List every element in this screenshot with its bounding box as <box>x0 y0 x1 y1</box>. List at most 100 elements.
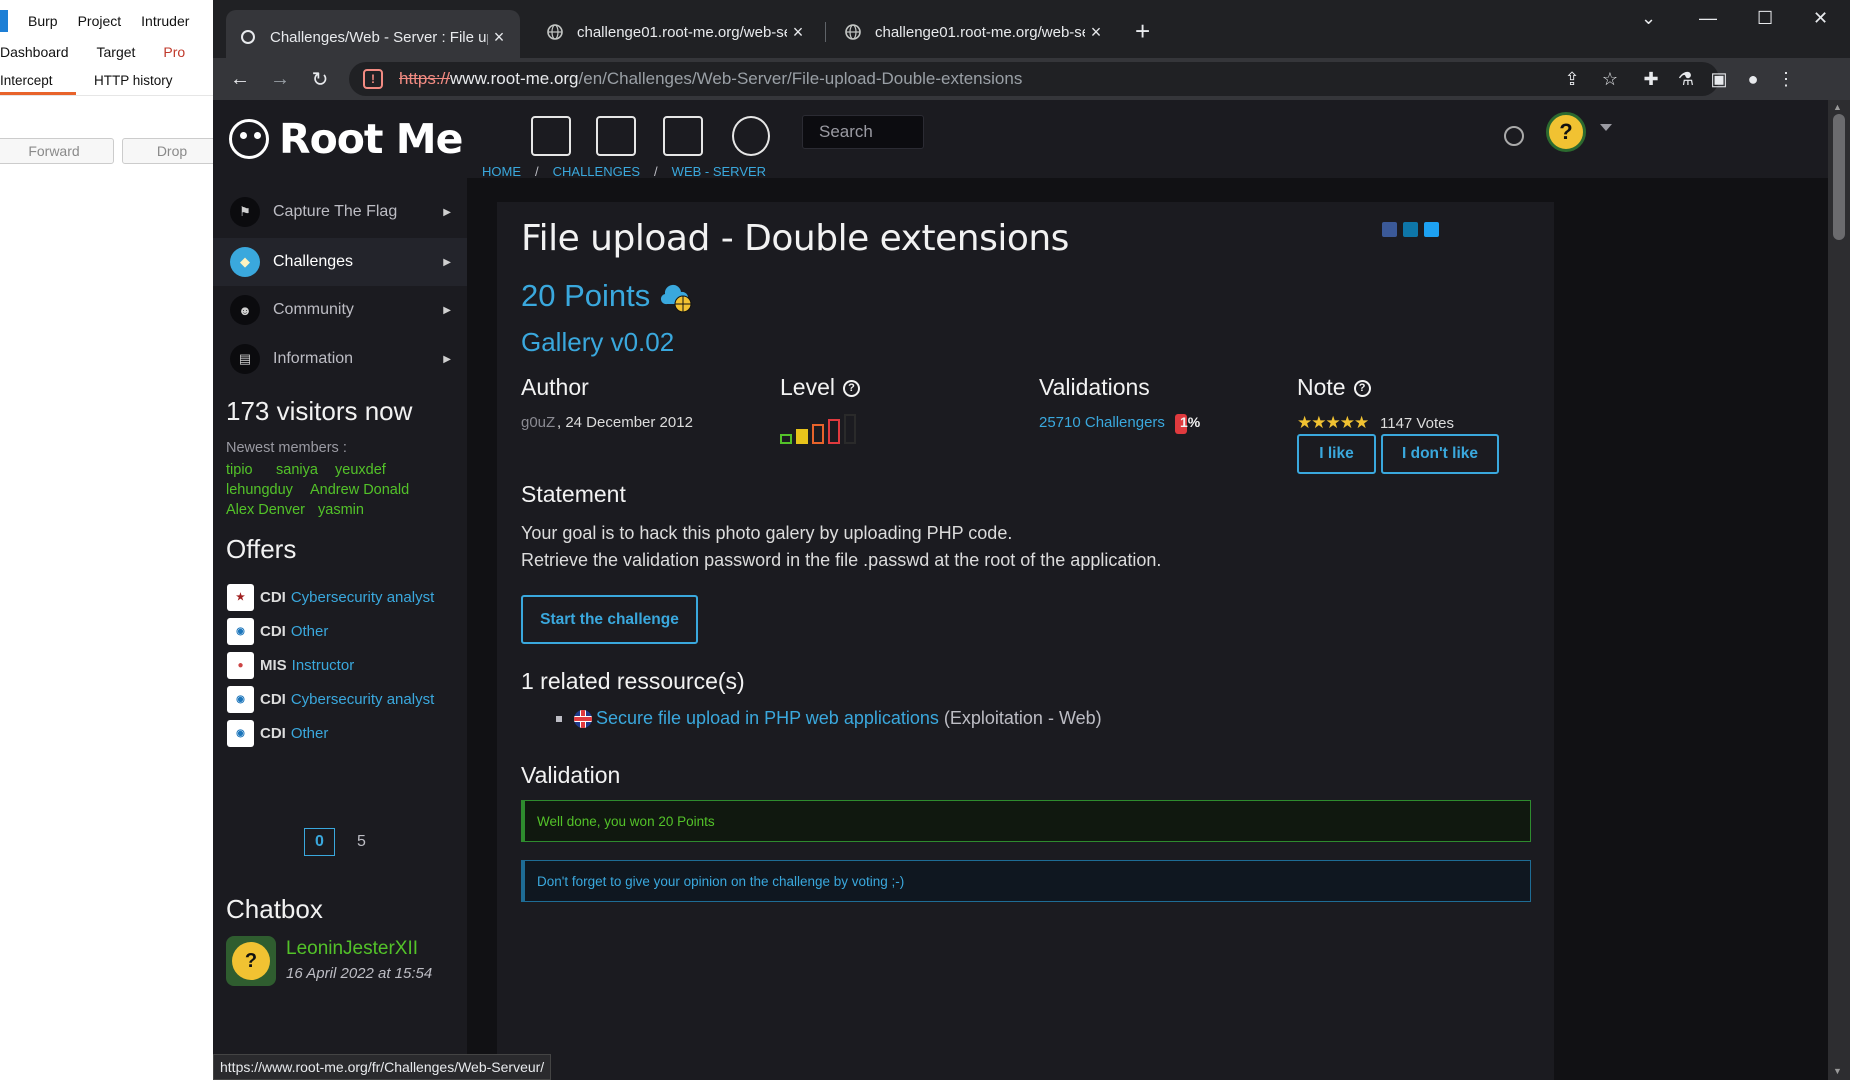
burp-tab-http-history[interactable]: HTTP history <box>94 70 173 95</box>
burp-menu-project[interactable]: Project <box>78 13 122 29</box>
browser-tab-active[interactable]: Challenges/Web - Server : File up × <box>226 10 520 64</box>
help-icon[interactable]: ? <box>1353 380 1371 398</box>
offer-role[interactable]: Cybersecurity analyst <box>291 589 434 606</box>
burp-tab-proxy[interactable]: Pro <box>163 42 185 66</box>
profile-icon[interactable]: ● <box>1740 66 1766 92</box>
reload-icon[interactable]: ↻ <box>305 64 335 94</box>
burp-menu-intruder[interactable]: Intruder <box>141 13 189 29</box>
resource-link[interactable]: Secure file upload in PHP web applicatio… <box>596 708 939 729</box>
burp-menubar: Burp Project Intruder <box>0 8 214 34</box>
maximize-icon[interactable]: ☐ <box>1757 8 1773 29</box>
burp-tab-dashboard[interactable]: Dashboard <box>0 42 69 66</box>
sidebar-item-community[interactable]: ☻ Community ▶ <box>213 286 467 334</box>
related-resources-heading: 1 related ressource(s) <box>521 668 745 694</box>
offer-item[interactable]: ★ CDI Cybersecurity analyst <box>227 583 434 611</box>
browser-tab-title: Challenges/Web - Server : File up <box>270 28 488 46</box>
chevron-right-icon: ▶ <box>443 353 451 365</box>
forward-arrow-icon[interactable]: → <box>265 64 295 94</box>
burp-tab-intercept[interactable]: Intercept <box>0 70 76 95</box>
offer-item[interactable]: ◉ CDI Other <box>227 719 328 747</box>
sidebar-item-challenges[interactable]: ◆ Challenges ▶ <box>213 238 467 286</box>
member-link[interactable]: yasmin <box>318 502 364 518</box>
documentation-icon[interactable] <box>531 116 571 156</box>
author-link[interactable]: g0uZ <box>521 414 555 431</box>
page-scrollbar[interactable]: ▲ ▼ <box>1828 100 1850 1080</box>
bookmark-star-icon[interactable]: ☆ <box>1597 66 1623 92</box>
burp-drop-button[interactable]: Drop <box>122 138 222 164</box>
sidebar: ⚑ Capture The Flag ▶ ◆ Challenges ▶ ☻ Co… <box>213 178 467 1080</box>
offer-role[interactable]: Other <box>291 725 329 742</box>
scroll-up-icon[interactable]: ▲ <box>1833 102 1842 112</box>
member-link[interactable]: Alex Denver <box>226 502 305 518</box>
radar-icon[interactable] <box>732 116 770 156</box>
browser-tab-3[interactable]: challenge01.root-me.org/web-se × <box>831 10 1123 54</box>
member-link[interactable]: tipio <box>226 462 253 478</box>
minimize-icon[interactable]: — <box>1699 8 1717 29</box>
burp-forward-button[interactable]: Forward <box>0 138 114 164</box>
flag-icon: ⚑ <box>230 197 260 227</box>
member-link[interactable]: Andrew Donald <box>310 482 409 498</box>
burp-menu-burp[interactable]: Burp <box>28 13 58 29</box>
share-icon[interactable]: ⇪ <box>1559 66 1585 92</box>
company-logo-icon: ◉ <box>227 719 254 747</box>
ctf-icon[interactable] <box>663 116 703 156</box>
scroll-down-icon[interactable]: ▼ <box>1833 1066 1842 1076</box>
sidebar-item-information[interactable]: ▤ Information ▶ <box>213 335 467 383</box>
search-input[interactable]: Search <box>802 115 924 149</box>
language-globe-icon[interactable] <box>1504 126 1524 146</box>
member-link[interactable]: saniya <box>276 462 318 478</box>
member-link[interactable]: lehungduy <box>226 482 293 498</box>
labs-flask-icon[interactable]: ⚗ <box>1673 66 1699 92</box>
offer-item[interactable]: ◉ CDI Other <box>227 617 328 645</box>
page-next[interactable]: 5 <box>357 833 366 851</box>
sidebar-item-ctf[interactable]: ⚑ Capture The Flag ▶ <box>213 188 467 236</box>
breadcrumb-web-server[interactable]: WEB - SERVER <box>672 164 766 179</box>
like-button[interactable]: I like <box>1297 434 1376 474</box>
not-secure-warning-icon[interactable]: ! <box>363 69 383 89</box>
challenges-icon[interactable] <box>596 116 636 156</box>
tab-search-chevron-icon[interactable]: ⌄ <box>1641 8 1656 29</box>
twitter-share-icon[interactable] <box>1424 222 1439 237</box>
linkedin-share-icon[interactable] <box>1403 222 1418 237</box>
scrollbar-thumb[interactable] <box>1833 114 1845 240</box>
burp-tab-target[interactable]: Target <box>97 42 136 66</box>
difficulty-bar <box>796 429 808 444</box>
start-challenge-button[interactable]: Start the challenge <box>521 595 698 644</box>
offer-role[interactable]: Other <box>291 623 329 640</box>
close-tab-icon[interactable]: × <box>488 27 510 48</box>
validations-link[interactable]: 25710 Challengers <box>1039 414 1165 431</box>
chat-avatar[interactable]: ? <box>226 936 276 986</box>
difficulty-bar <box>844 414 856 444</box>
breadcrumb-challenges[interactable]: CHALLENGES <box>553 164 640 179</box>
chatbox-title: Chatbox <box>226 894 323 924</box>
extensions-puzzle-icon[interactable]: ✚ <box>1638 66 1664 92</box>
browser-tab-2[interactable]: challenge01.root-me.org/web-se × <box>533 10 825 54</box>
page-current[interactable]: 0 <box>304 828 335 856</box>
rootme-logo[interactable]: Root Me <box>213 100 510 178</box>
new-tab-button[interactable]: + <box>1135 18 1150 44</box>
offer-role[interactable]: Cybersecurity analyst <box>291 691 434 708</box>
user-avatar[interactable]: ? <box>1546 112 1586 152</box>
address-bar[interactable]: ! https:// www.root-me.org /en/Challenge… <box>349 62 1719 96</box>
chrome-menu-icon[interactable]: ⋮ <box>1773 66 1799 92</box>
offer-role[interactable]: Instructor <box>292 657 355 674</box>
side-panel-icon[interactable]: ▣ <box>1706 66 1732 92</box>
close-tab-icon[interactable]: × <box>787 22 809 43</box>
chat-username[interactable]: LeoninJesterXII <box>286 938 418 960</box>
offer-item[interactable]: ◉ CDI Cybersecurity analyst <box>227 685 434 713</box>
facebook-share-icon[interactable] <box>1382 222 1397 237</box>
close-tab-icon[interactable]: × <box>1085 22 1107 43</box>
close-window-icon[interactable]: ✕ <box>1813 8 1828 29</box>
back-arrow-icon[interactable]: ← <box>225 64 255 94</box>
member-link[interactable]: yeuxdef <box>335 462 386 478</box>
chevron-right-icon: ▶ <box>443 304 451 316</box>
visitors-count: 173 visitors now <box>226 396 413 426</box>
globe-icon <box>845 24 861 40</box>
breadcrumb-home[interactable]: HOME <box>482 164 521 179</box>
challenge-title: File upload - Double extensions <box>521 218 1069 259</box>
dislike-button[interactable]: I don't like <box>1381 434 1499 474</box>
help-icon[interactable]: ? <box>842 380 860 398</box>
challenge-points: 20 Points <box>521 278 651 313</box>
offer-item[interactable]: ● MIS Instructor <box>227 651 354 679</box>
caret-down-icon[interactable] <box>1600 124 1612 131</box>
